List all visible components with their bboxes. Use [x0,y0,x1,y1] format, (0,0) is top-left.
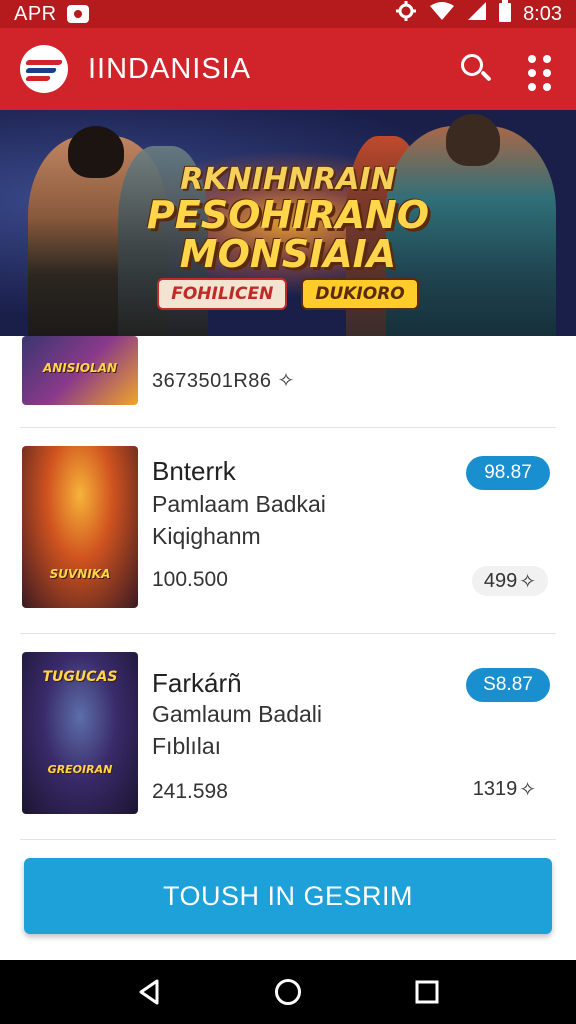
thumbnail-title: ANISIOLAN [42,361,118,375]
notification-icon [66,5,89,23]
signal-icon [467,1,487,27]
item-name: Bnterrk [152,456,236,486]
app-logo [20,45,68,93]
status-right: 8:03 [395,0,562,28]
sparkle-icon: ✧ [519,778,536,801]
game-list: ANISIOLAN 3673501R86 ✧ SUVNIKA Bnterrk P… [0,336,576,840]
banner-tags: FOHILICEN DUKIORO [0,278,576,310]
rating-badge: 499 ✧ [471,566,548,596]
sparkle-icon: ✧ [519,570,536,593]
game-thumbnail: ANISIOLAN [22,336,138,405]
item-subtitle: Gamlaum Badali Fıblılaı [152,698,322,762]
wifi-icon [429,1,455,27]
app-screen: APR 8:03 IINDANISIA RKNIHNRAIN PESOHIRAN… [0,0,576,1024]
thumbnail-subtitle: GREOIRAN [47,763,113,776]
banner-tag-right: DUKIORO [301,278,419,310]
item-subtitle-line2: Fıblılaı [152,733,222,759]
settings-status-icon [395,0,417,28]
carrier-label: APR [14,2,57,25]
list-item[interactable]: TUGUCAS GREOIRAN Farkárñ Gamlaum Badali … [20,634,556,840]
rating-value: 499 [483,569,518,592]
item-subtitle-line2: Kiqighanm [152,523,261,549]
item-code: 3673501R86 ✧ [152,368,295,393]
back-icon[interactable] [131,974,167,1010]
thumbnail-title: SUVNIKA [49,567,111,581]
item-subtitle-line1: Pamlaam Badkai [152,491,326,517]
list-item[interactable]: ANISIOLAN 3673501R86 ✧ [20,336,556,428]
more-options-icon[interactable] [524,53,556,91]
item-subtitle: Pamlaam Badkai Kiqighanm [152,488,326,552]
status-left: APR [14,3,89,26]
item-count: 241.598 [152,780,228,803]
search-icon[interactable] [458,51,494,87]
sparkle-icon: ✧ [277,370,295,392]
item-subtitle-line1: Gamlaum Badali [152,701,323,727]
app-bar: IINDANISIA [0,28,576,110]
cta-button[interactable]: TOUSH IN GESRIM [24,858,552,934]
promo-banner[interactable]: RKNIHNRAIN PESOHIRANO MONSIAIA FOHILICEN… [0,110,576,336]
banner-tag-left: FOHILICEN [157,278,288,310]
item-count: 100.500 [152,568,228,591]
app-actions [458,51,556,91]
clock-label: 8:03 [523,2,562,25]
banner-title: RKNIHNRAIN PESOHIRANO MONSIAIA [0,164,576,275]
app-title: IINDANISIA [88,52,252,85]
price-button[interactable]: 98.87 [466,456,550,490]
banner-title-line2: PESOHIRANO [146,192,430,237]
banner-title-line1: RKNIHNRAIN [180,162,396,197]
system-nav-bar [0,960,576,1024]
game-thumbnail: TUGUCAS GREOIRAN [22,652,138,814]
item-code-text: 3673501R86 [152,370,272,392]
banner-title-line3: MONSIAIA [179,232,397,277]
battery-icon [499,0,512,28]
recents-icon[interactable] [409,974,445,1010]
rating-value: 1319 [472,777,518,800]
rating-badge: 1319 ✧ [461,774,548,804]
price-button[interactable]: S8.87 [466,668,550,702]
list-item[interactable]: SUVNIKA Bnterrk Pamlaam Badkai Kiqighanm… [20,428,556,634]
item-name: Farkárñ [152,668,242,698]
home-icon[interactable] [270,974,306,1010]
status-bar: APR 8:03 [0,0,576,28]
game-thumbnail: SUVNIKA [22,446,138,608]
thumbnail-title: TUGUCAS [42,669,118,685]
